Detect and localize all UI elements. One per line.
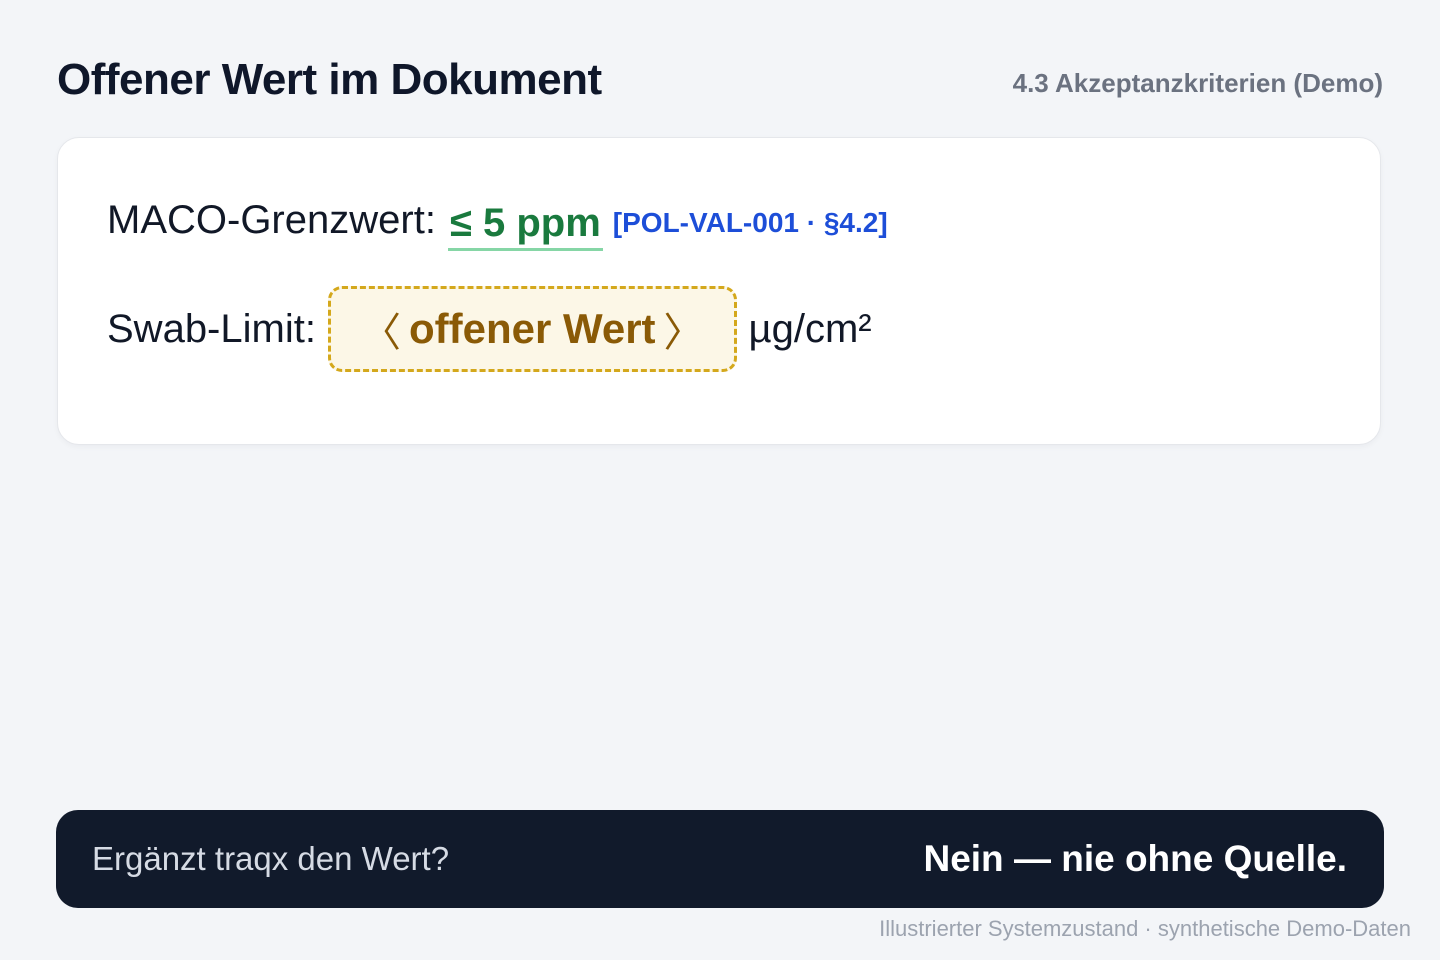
banner-answer: Nein — nie ohne Quelle. bbox=[923, 838, 1347, 879]
open-value-text: offener Wert bbox=[408, 305, 656, 352]
swab-label: Swab-Limit: bbox=[107, 306, 316, 351]
maco-row: MACO-Grenzwert: ≤ 5 ppm [POL-VAL-001 · §… bbox=[107, 190, 888, 251]
close-bracket-icon: 〉 bbox=[663, 311, 704, 355]
maco-citation-link[interactable]: [POL-VAL-001 · §4.2] bbox=[613, 207, 888, 239]
document-card: MACO-Grenzwert: ≤ 5 ppm [POL-VAL-001 · §… bbox=[57, 137, 1381, 445]
page-title: Offener Wert im Dokument bbox=[57, 55, 602, 104]
open-value-placeholder[interactable]: 〈 offener Wert 〉 bbox=[327, 286, 737, 372]
page-header: Offener Wert im Dokument 4.3 Akzeptanzkr… bbox=[57, 50, 1383, 110]
banner-question: Ergänzt traqx den Wert? bbox=[92, 840, 450, 877]
swab-row: Swab-Limit: 〈 offener Wert 〉 µg/cm² bbox=[107, 283, 872, 375]
maco-label: MACO-Grenzwert: bbox=[107, 197, 436, 242]
open-bracket-icon: 〈 bbox=[360, 311, 401, 355]
swab-unit: µg/cm² bbox=[748, 306, 872, 351]
answer-banner: Ergänzt traqx den Wert? Nein — nie ohne … bbox=[56, 810, 1384, 908]
footer-note: Illustrierter Systemzustand · synthetisc… bbox=[879, 916, 1411, 941]
maco-value[interactable]: ≤ 5 ppm bbox=[447, 200, 603, 251]
section-reference: 4.3 Akzeptanzkriterien (Demo) bbox=[1012, 67, 1383, 98]
